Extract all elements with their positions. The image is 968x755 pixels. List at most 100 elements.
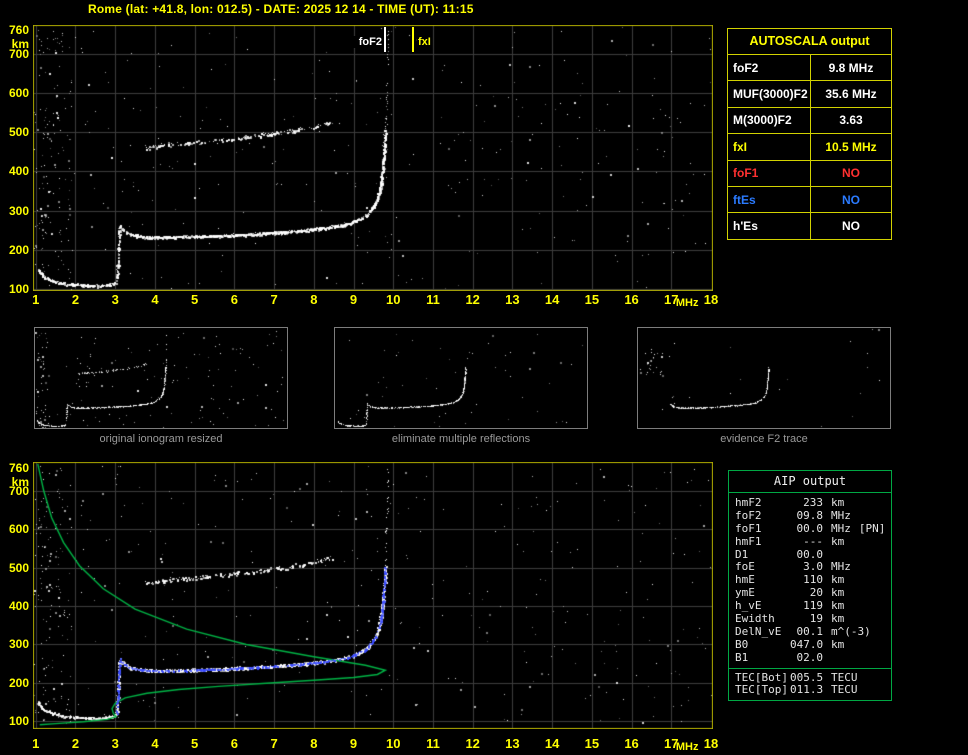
aip-param-note (844, 536, 852, 549)
aip-table-rows: hmF2 233 km foF2 09.8 MHz foF1 00.0 MHz [PN] hmF1 -… (729, 493, 891, 668)
aip-param-note (858, 684, 866, 697)
fof2-marker-line (384, 27, 386, 52)
bottom-y-tick-200: 200 (8, 675, 29, 690)
bottom-y-axis-unit-label: km (11, 474, 29, 489)
autoscala-row-MUF(3000)F2: MUF(3000)F2 35.6 MHz (728, 81, 891, 108)
aip-param-value: 233 (803, 496, 823, 509)
aip-param-value: --- (803, 534, 823, 548)
bottom-x-tick-14: 14 (544, 736, 560, 751)
ionogram-bottom-plot-with-profile (33, 462, 713, 729)
bottom-x-tick-6: 6 (230, 736, 238, 751)
aip-param-unit: MHz (831, 508, 851, 522)
aip-param-unit: km (831, 496, 845, 509)
bottom-y-tick-400: 400 (8, 599, 29, 614)
aip-table-title: AIP output (729, 471, 891, 493)
aip-param-note (844, 639, 852, 652)
thumbnail-caption-1: original ionogram resized (99, 433, 223, 445)
autoscala-param-value: NO (842, 192, 860, 207)
aip-param-unit (823, 549, 831, 562)
thumbnail-caption-3: evidence F2 trace (720, 433, 808, 445)
aip-param-value: 047.0 (790, 637, 824, 651)
top-y-tick-400: 400 (8, 164, 29, 179)
autoscala-param-value: 35.6 MHz (825, 87, 877, 102)
aip-param-unit: km (831, 637, 845, 651)
autoscala-param-label: ftEs (728, 186, 811, 213)
top-x-tick-18: 18 (703, 292, 719, 307)
aip-param-unit: TECU (831, 683, 858, 697)
top-x-axis-unit-label: MHz (675, 297, 699, 309)
bottom-x-tick-7: 7 (270, 736, 278, 751)
bottom-x-tick-3: 3 (111, 736, 119, 751)
autoscala-param-label: h'Es (728, 213, 811, 239)
aip-param-unit: km (831, 612, 845, 626)
top-x-tick-13: 13 (505, 292, 520, 307)
aip-row-hmF2: hmF2 233 km (735, 496, 891, 510)
top-y-tick-600: 600 (8, 85, 29, 100)
aip-param-note (844, 600, 852, 613)
top-x-tick-1: 1 (32, 292, 40, 307)
aip-param-note: [PN] (858, 521, 886, 535)
aip-param-value: 00.0 (796, 521, 824, 535)
aip-row-foF2: foF2 09.8 MHz (735, 508, 891, 523)
aip-param-note (844, 497, 852, 510)
aip-param-note (858, 672, 866, 685)
aip-param-value: 00.1 (796, 624, 824, 638)
top-x-tick-14: 14 (544, 292, 560, 307)
aip-row-foF1: foF1 00.0 MHz [PN] (735, 521, 891, 536)
bottom-x-tick-2: 2 (71, 736, 80, 751)
bottom-y-tick-100: 100 (8, 714, 29, 729)
thumbnail-evidence-f2-trace (637, 327, 891, 429)
thumbnail-caption-2: eliminate multiple reflections (391, 433, 531, 445)
top-x-tick-3: 3 (111, 292, 119, 307)
autoscala-screen: Rome (lat: +41.8, lon: 012.5) - DATE: 20… (0, 0, 968, 755)
aip-param-note (851, 561, 859, 574)
autoscala-param-value: NO (842, 219, 860, 234)
aip-param-note (844, 574, 852, 587)
autoscala-row-foF2: foF2 9.8 MHz (728, 55, 891, 82)
fxi-marker-label: fxI (417, 36, 432, 48)
autoscala-row-ftEs: ftEs NO (728, 186, 891, 214)
autoscala-row-foF1: foF1 NO (728, 160, 891, 187)
bottom-y-tick-300: 300 (8, 637, 29, 652)
fxi-marker-line (412, 27, 414, 52)
ionogram-top-plot (33, 25, 713, 291)
aip-param-label: foF2 (735, 508, 762, 522)
bottom-x-tick-4: 4 (151, 736, 159, 751)
top-x-tick-7: 7 (270, 292, 278, 307)
aip-tec-rows: TEC[Bot] 005.5 TECU TEC[Top] 011.3 TECU (729, 667, 891, 701)
autoscala-param-label: fxI (728, 134, 811, 160)
aip-row-DelN_vE: DelN_vE 00.1 m^(-3) (735, 624, 891, 639)
top-x-tick-6: 6 (230, 292, 238, 307)
aip-param-unit: m^(-3) (831, 624, 871, 638)
bottom-x-tick-1: 1 (32, 736, 40, 751)
aip-param-unit: km (831, 534, 845, 548)
aip-param-unit: MHz (831, 521, 851, 535)
aip-param-value: 09.8 (796, 508, 824, 522)
autoscala-output-table: AUTOSCALA output foF2 9.8 MHz MUF(3000)F2 3… (727, 28, 892, 240)
autoscala-row-M(3000)F2: M(3000)F2 3.63 (728, 107, 891, 135)
top-y-tick-500: 500 (8, 125, 29, 140)
autoscala-param-value: 9.8 MHz (828, 60, 874, 75)
aip-param-label: TEC[Top] (735, 683, 788, 697)
top-x-tick-8: 8 (310, 292, 318, 307)
bottom-y-tick-760: 760 (8, 460, 29, 475)
bottom-x-tick-13: 13 (505, 736, 520, 751)
autoscala-row-h'Es: h'Es NO (728, 213, 891, 239)
bottom-x-tick-8: 8 (310, 736, 318, 751)
top-y-axis-unit-label: km (11, 37, 29, 52)
aip-param-note (844, 587, 852, 600)
top-x-tick-2: 2 (71, 292, 80, 307)
aip-param-value: 19 (809, 612, 823, 626)
bottom-x-tick-12: 12 (465, 736, 480, 751)
aip-row-B0: B0 047.0 km (735, 637, 891, 652)
aip-param-label: hmF2 (735, 496, 762, 509)
autoscala-param-value: 3.63 (839, 113, 863, 128)
top-y-tick-200: 200 (8, 242, 29, 257)
aip-param-note (871, 626, 879, 639)
aip-param-label: Ewidth (735, 612, 775, 626)
autoscala-row-fxI: fxI 10.5 MHz (728, 134, 891, 161)
aip-param-label: hmF1 (735, 534, 762, 548)
top-x-tick-16: 16 (624, 292, 639, 307)
bottom-x-tick-18: 18 (703, 736, 719, 751)
top-y-tick-760: 760 (8, 23, 29, 38)
